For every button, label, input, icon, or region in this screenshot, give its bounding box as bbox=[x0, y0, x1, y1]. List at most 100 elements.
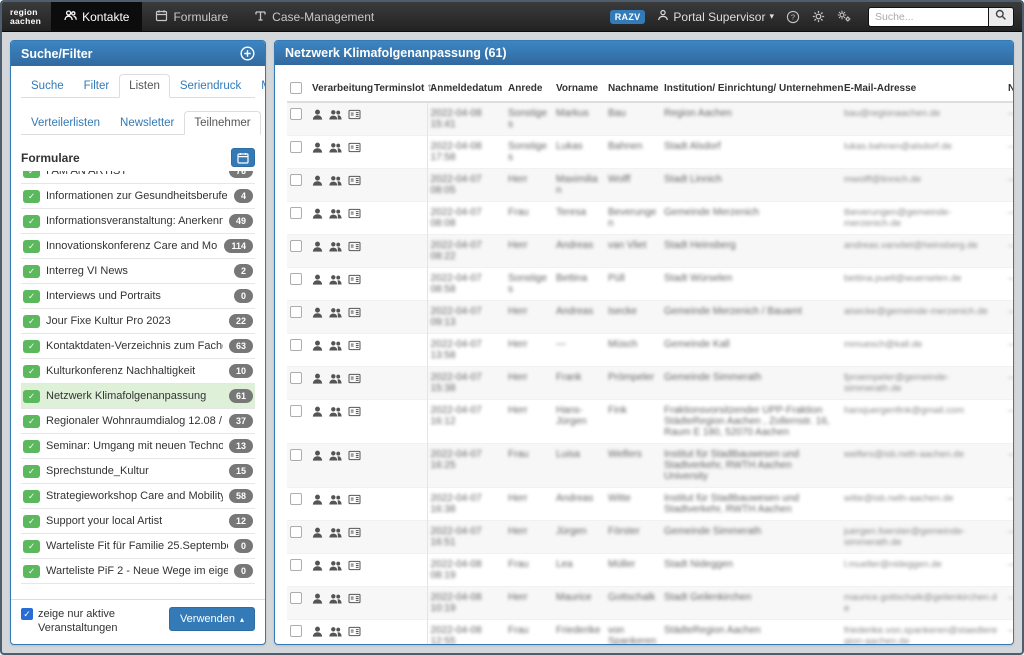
add-icon[interactable] bbox=[240, 46, 255, 61]
tab-verteilerlisten[interactable]: Verteilerlisten bbox=[21, 111, 110, 135]
group-icon[interactable] bbox=[329, 527, 342, 541]
user-icon[interactable] bbox=[312, 109, 323, 123]
tab-suche[interactable]: Suche bbox=[21, 74, 74, 98]
user-icon[interactable] bbox=[312, 406, 323, 420]
list-item-form[interactable]: ✓ Warteliste PiF 2 - Neue Wege im eigene… bbox=[21, 559, 255, 584]
list-item-form[interactable]: ✓ Informationsveranstaltung: Anerkennung… bbox=[21, 209, 255, 234]
user-icon[interactable] bbox=[312, 208, 323, 222]
contact-card-icon[interactable] bbox=[348, 340, 361, 354]
row-checkbox[interactable] bbox=[290, 625, 302, 637]
user-icon[interactable] bbox=[312, 626, 323, 640]
list-item-form[interactable]: ✓ Warteliste Fit für Familie 25.Septembe… bbox=[21, 534, 255, 559]
contact-card-icon[interactable] bbox=[348, 494, 361, 508]
contact-card-icon[interactable] bbox=[348, 593, 361, 607]
contact-card-icon[interactable] bbox=[348, 373, 361, 387]
list-item-form[interactable]: ✓ Seminar: Umgang mit neuen Technologien… bbox=[21, 434, 255, 459]
row-checkbox[interactable] bbox=[290, 174, 302, 186]
contact-card-icon[interactable] bbox=[348, 175, 361, 189]
group-icon[interactable] bbox=[329, 175, 342, 189]
group-icon[interactable] bbox=[329, 109, 342, 123]
list-item-form[interactable]: ✓ Strategieworkshop Care and Mobility In… bbox=[21, 484, 255, 509]
row-checkbox[interactable] bbox=[290, 526, 302, 538]
help-icon[interactable]: ? bbox=[786, 10, 800, 24]
user-icon[interactable] bbox=[312, 340, 323, 354]
group-icon[interactable] bbox=[329, 307, 342, 321]
contact-card-icon[interactable] bbox=[348, 450, 361, 464]
group-icon[interactable] bbox=[329, 494, 342, 508]
verwenden-button[interactable]: Verwenden ▴ bbox=[169, 607, 255, 631]
row-checkbox[interactable] bbox=[290, 339, 302, 351]
user-icon[interactable] bbox=[312, 450, 323, 464]
group-icon[interactable] bbox=[329, 340, 342, 354]
select-all-checkbox[interactable] bbox=[290, 82, 302, 94]
nav-item-case-management[interactable]: Case-Management bbox=[241, 2, 387, 31]
row-checkbox[interactable] bbox=[290, 141, 302, 153]
contact-card-icon[interactable] bbox=[348, 626, 361, 640]
list-item-form[interactable]: ✓ Jour Fixe Kultur Pro 2023 22 bbox=[21, 309, 255, 334]
contact-card-icon[interactable] bbox=[348, 109, 361, 123]
list-item-form[interactable]: ✓ Interviews und Portraits 0 bbox=[21, 284, 255, 309]
user-icon[interactable] bbox=[312, 527, 323, 541]
list-item-form[interactable]: ✓ Informationen zur Gesundheitsberufemes… bbox=[21, 184, 255, 209]
user-icon[interactable] bbox=[312, 274, 323, 288]
group-icon[interactable] bbox=[329, 274, 342, 288]
group-icon[interactable] bbox=[329, 142, 342, 156]
group-icon[interactable] bbox=[329, 373, 342, 387]
list-item-form[interactable]: ✓ I AM AN ARTIST 76 bbox=[21, 171, 255, 184]
search-input[interactable] bbox=[868, 7, 988, 27]
tab-listen[interactable]: Listen bbox=[119, 74, 170, 98]
group-icon[interactable] bbox=[329, 560, 342, 574]
user-menu[interactable]: Portal Supervisor ▾ bbox=[657, 9, 774, 24]
row-checkbox[interactable] bbox=[290, 273, 302, 285]
contact-card-icon[interactable] bbox=[348, 527, 361, 541]
row-checkbox[interactable] bbox=[290, 207, 302, 219]
user-icon[interactable] bbox=[312, 307, 323, 321]
active-events-checkbox[interactable]: ✓ bbox=[21, 608, 33, 620]
list-item-form[interactable]: ✓ Sprechstunde_Kultur 15 bbox=[21, 459, 255, 484]
list-item-form[interactable]: ✓ Kulturkonferenz Nachhaltigkeit 10 bbox=[21, 359, 255, 384]
group-icon[interactable] bbox=[329, 626, 342, 640]
row-checkbox[interactable] bbox=[290, 372, 302, 384]
list-item-form[interactable]: ✓ Netzwerk Klimafolgenanpassung 61 bbox=[21, 384, 255, 409]
nav-item-kontakte[interactable]: Kontakte bbox=[51, 2, 142, 31]
search-button[interactable] bbox=[988, 7, 1014, 27]
user-icon[interactable] bbox=[312, 560, 323, 574]
user-icon[interactable] bbox=[312, 142, 323, 156]
row-checkbox[interactable] bbox=[290, 493, 302, 505]
nav-item-formulare[interactable]: Formulare bbox=[142, 2, 241, 31]
group-icon[interactable] bbox=[329, 208, 342, 222]
group-icon[interactable] bbox=[329, 241, 342, 255]
contact-card-icon[interactable] bbox=[348, 307, 361, 321]
group-icon[interactable] bbox=[329, 593, 342, 607]
tab-newsletter[interactable]: Newsletter bbox=[110, 111, 184, 135]
group-icon[interactable] bbox=[329, 450, 342, 464]
row-checkbox[interactable] bbox=[290, 592, 302, 604]
group-icon[interactable] bbox=[329, 406, 342, 420]
contact-card-icon[interactable] bbox=[348, 406, 361, 420]
list-item-form[interactable]: ✓ Regionaler Wohnraumdialog 12.08 / 02.0… bbox=[21, 409, 255, 434]
tab-teilnehmer[interactable]: Teilnehmer bbox=[184, 111, 260, 135]
cogs-icon[interactable] bbox=[837, 10, 852, 23]
list-item-form[interactable]: ✓ Innovationskonferenz Care and Mobility… bbox=[21, 234, 255, 259]
row-checkbox[interactable] bbox=[290, 449, 302, 461]
user-icon[interactable] bbox=[312, 494, 323, 508]
row-checkbox[interactable] bbox=[290, 306, 302, 318]
tab-mehr[interactable]: Mehr bbox=[251, 74, 265, 98]
contact-card-icon[interactable] bbox=[348, 241, 361, 255]
contact-card-icon[interactable] bbox=[348, 560, 361, 574]
user-icon[interactable] bbox=[312, 175, 323, 189]
contact-card-icon[interactable] bbox=[348, 208, 361, 222]
user-icon[interactable] bbox=[312, 593, 323, 607]
contact-card-icon[interactable] bbox=[348, 274, 361, 288]
calendar-button[interactable] bbox=[231, 148, 255, 167]
list-item-form[interactable]: ✓ Interreg VI News 2 bbox=[21, 259, 255, 284]
list-item-form[interactable]: ✓ Support your local Artist 12 bbox=[21, 509, 255, 534]
row-checkbox[interactable] bbox=[290, 108, 302, 120]
tab-seriendruck[interactable]: Seriendruck bbox=[170, 74, 251, 98]
contact-card-icon[interactable] bbox=[348, 142, 361, 156]
tab-filter[interactable]: Filter bbox=[74, 74, 120, 98]
row-checkbox[interactable] bbox=[290, 405, 302, 417]
col-terminslot[interactable]: Terminslot ⇅ bbox=[371, 75, 427, 102]
user-icon[interactable] bbox=[312, 241, 323, 255]
user-icon[interactable] bbox=[312, 373, 323, 387]
